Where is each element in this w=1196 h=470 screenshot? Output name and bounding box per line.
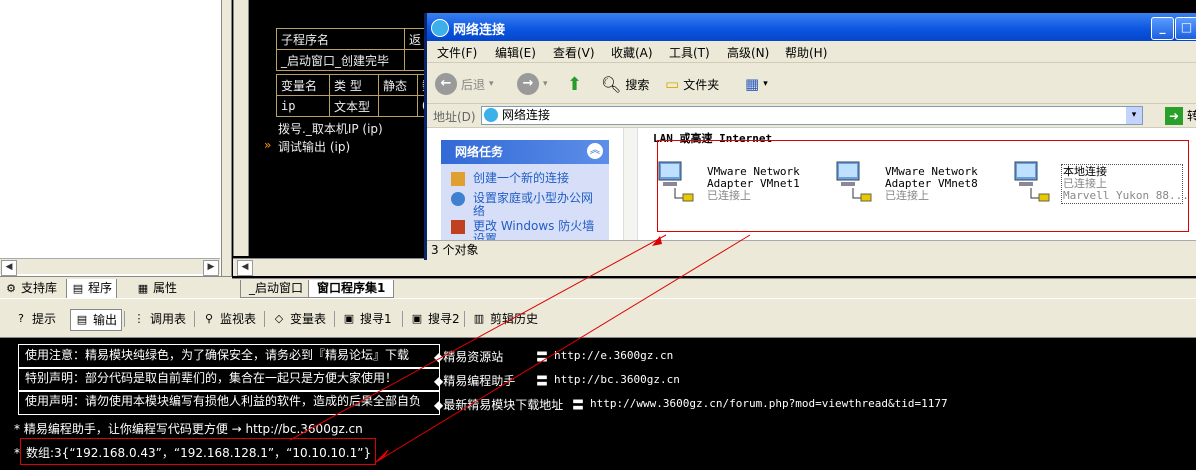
annotation-arrow-2 xyxy=(289,234,667,441)
annotation-arrows xyxy=(289,234,751,463)
annotation-arrow-1 xyxy=(375,234,751,463)
